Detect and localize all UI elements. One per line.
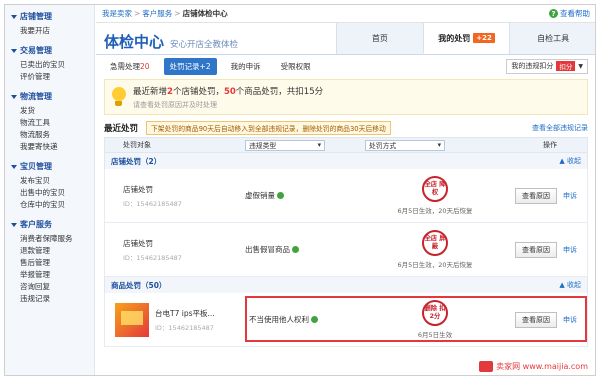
penalty-stamp: 全店 屏蔽: [422, 230, 448, 256]
penalty-method-select[interactable]: 处罚方式 ▾: [365, 139, 445, 151]
main-content: 我是卖家 > 客户服务 > 店铺体检中心 ? 查看帮助 体检中心 安心开店全教体检 首页 …: [96, 5, 595, 375]
sidebar-section-trade: 交易管理 已卖出的宝贝 评价管理: [5, 39, 94, 85]
group-shop-penalties: 店铺处罚（2） ▲ 收起: [104, 153, 588, 169]
check-icon: [292, 246, 299, 253]
collapse-shop-group[interactable]: ▲ 收起: [559, 156, 587, 166]
view-reason-button[interactable]: 查看原因: [515, 241, 557, 258]
subtab-urgent[interactable]: 急需处理20: [104, 58, 156, 75]
sidebar-section-shop: 店铺管理 我要开店: [5, 5, 94, 39]
points-select[interactable]: 我的违规扣分 扣分 ▼: [506, 58, 588, 74]
table-row: 店铺处罚 ID：15462185487 出售假冒商品 全店 屏蔽 6月5日生效，2…: [104, 223, 588, 277]
sidebar-item-sold[interactable]: 已卖出的宝贝: [11, 59, 94, 71]
notice-banner: 最近新增2个店铺处罚，50个商品处罚，共扣15分 请查看处罚原因并及时处理: [104, 79, 588, 115]
collapse-goods-group[interactable]: ▲ 收起: [559, 280, 587, 290]
check-icon: [277, 192, 284, 199]
chevron-down-icon: ▾: [437, 141, 441, 149]
tab-home[interactable]: 首页: [336, 23, 423, 54]
sidebar-item-violations[interactable]: 违规记录: [11, 293, 94, 305]
recent-title: 最近处罚: [104, 124, 139, 134]
view-all-violations-link[interactable]: 查看全部违规记录: [532, 123, 588, 133]
help-icon: ?: [549, 9, 558, 18]
watermark: 卖家网 www.maijia.com: [476, 360, 591, 373]
appeal-link[interactable]: 申诉: [563, 191, 577, 201]
table-header: 处罚对象 违规类型 ▾ 处罚方式 ▾ 操作: [104, 137, 588, 153]
breadcrumb-service[interactable]: 客户服务: [142, 9, 172, 18]
sidebar-section-service: 客户服务 消费者保障服务 退款管理 售后管理 举报管理 咨询回复 违规记录: [5, 213, 94, 307]
breadcrumb-bar: 我是卖家 > 客户服务 > 店铺体检中心 ? 查看帮助: [96, 5, 595, 23]
sidebar-section-title[interactable]: 店铺管理: [11, 11, 94, 22]
collapse-triangle-icon: [11, 14, 17, 19]
recent-penalties-header: 最近处罚 下架处罚的商品90天后自动移入到全部违规记录，删除处罚的商品30天后移…: [96, 119, 595, 137]
sidebar-section-title[interactable]: 客户服务: [11, 219, 94, 230]
sidebar-section-title[interactable]: 宝贝管理: [11, 161, 94, 172]
collapse-triangle-icon: [11, 164, 17, 169]
sidebar-item-on-sale[interactable]: 出售中的宝贝: [11, 187, 94, 199]
subtab-penalty-records[interactable]: 处罚记录+2: [163, 57, 217, 75]
violation-type-select[interactable]: 违规类型 ▾: [245, 139, 325, 151]
subtab-my-appeals[interactable]: 我的申诉: [225, 58, 267, 75]
maijia-logo-icon: [479, 361, 494, 372]
product-thumbnail[interactable]: [115, 302, 149, 337]
chevron-down-icon: ▼: [578, 62, 583, 70]
highlight-box: [245, 296, 587, 342]
chevron-down-icon: ▾: [317, 141, 321, 149]
sidebar-section-goods: 宝贝管理 发布宝贝 出售中的宝贝 仓库中的宝贝: [5, 155, 94, 213]
page-header: 体检中心 安心开店全教体检 首页 我的处罚 +22 自检工具: [96, 23, 595, 55]
subtab-restricted[interactable]: 受限权限: [275, 58, 317, 75]
sidebar: 店铺管理 我要开店 交易管理 已卖出的宝贝 评价管理 物流管理 发货 物流工具 …: [5, 5, 95, 375]
penalty-stamp: 全店 降权: [422, 176, 448, 202]
sidebar-item-after-sale[interactable]: 售后管理: [11, 257, 94, 269]
lightbulb-icon: [111, 87, 127, 107]
sidebar-item-send-express[interactable]: 我要寄快递: [11, 141, 94, 153]
recent-tip: 下架处罚的商品90天后自动移入到全部违规记录，删除处罚的商品30天后移动: [146, 121, 391, 135]
sidebar-section-title[interactable]: 交易管理: [11, 45, 94, 56]
notice-hint: 请查看处罚原因并及时处理: [133, 100, 217, 109]
sidebar-item-open-shop[interactable]: 我要开店: [11, 25, 94, 37]
table-row: 台电T7 ips平板... ID：15462185487 不当使用他人权利 删除 …: [104, 293, 588, 347]
sidebar-item-ship[interactable]: 发货: [11, 105, 94, 117]
help-link[interactable]: ? 查看帮助: [549, 8, 590, 19]
collapse-triangle-icon: [11, 94, 17, 99]
notice-summary: 最近新增2个店铺处罚，50个商品处罚，共扣15分: [133, 86, 324, 97]
sidebar-item-publish[interactable]: 发布宝贝: [11, 175, 94, 187]
tab-self-check[interactable]: 自检工具: [509, 23, 595, 54]
group-goods-penalties: 商品处罚（50） ▲ 收起: [104, 277, 588, 293]
sidebar-item-reports[interactable]: 举报管理: [11, 269, 94, 281]
main-tabs: 首页 我的处罚 +22 自检工具: [336, 23, 595, 54]
collapse-triangle-icon: [11, 222, 17, 227]
sidebar-item-refunds[interactable]: 退款管理: [11, 245, 94, 257]
app-frame: 店铺管理 我要开店 交易管理 已卖出的宝贝 评价管理 物流管理 发货 物流工具 …: [4, 4, 596, 376]
sub-tabs: 急需处理20 处罚记录+2 我的申诉 受限权限 我的违规扣分 扣分 ▼: [96, 55, 595, 77]
collapse-triangle-icon: [11, 48, 17, 53]
view-reason-button[interactable]: 查看原因: [515, 187, 557, 204]
sidebar-item-reviews[interactable]: 评价管理: [11, 71, 94, 83]
sidebar-item-logistics-tools[interactable]: 物流工具: [11, 117, 94, 129]
sidebar-item-consumer-protection[interactable]: 消费者保障服务: [11, 233, 94, 245]
table-row: 店铺处罚 ID：15462185487 虚假销量 全店 降权 6月5日生效，20天…: [104, 169, 588, 223]
page-title: 体检中心 安心开店全教体检: [104, 33, 239, 51]
breadcrumb: 我是卖家 > 客户服务 > 店铺体检中心: [102, 9, 228, 18]
tab-my-penalties[interactable]: 我的处罚 +22: [422, 23, 510, 54]
sidebar-section-logistics: 物流管理 发货 物流工具 物流服务 我要寄快递: [5, 85, 94, 155]
breadcrumb-current: 店铺体检中心: [182, 9, 228, 18]
sidebar-item-logistics-service[interactable]: 物流服务: [11, 129, 94, 141]
penalty-count-badge: +22: [473, 33, 495, 43]
sidebar-item-inquiry-reply[interactable]: 咨询回复: [11, 281, 94, 293]
breadcrumb-seller[interactable]: 我是卖家: [102, 9, 132, 18]
sidebar-item-warehouse[interactable]: 仓库中的宝贝: [11, 199, 94, 211]
appeal-link[interactable]: 申诉: [563, 245, 577, 255]
sidebar-section-title[interactable]: 物流管理: [11, 91, 94, 102]
